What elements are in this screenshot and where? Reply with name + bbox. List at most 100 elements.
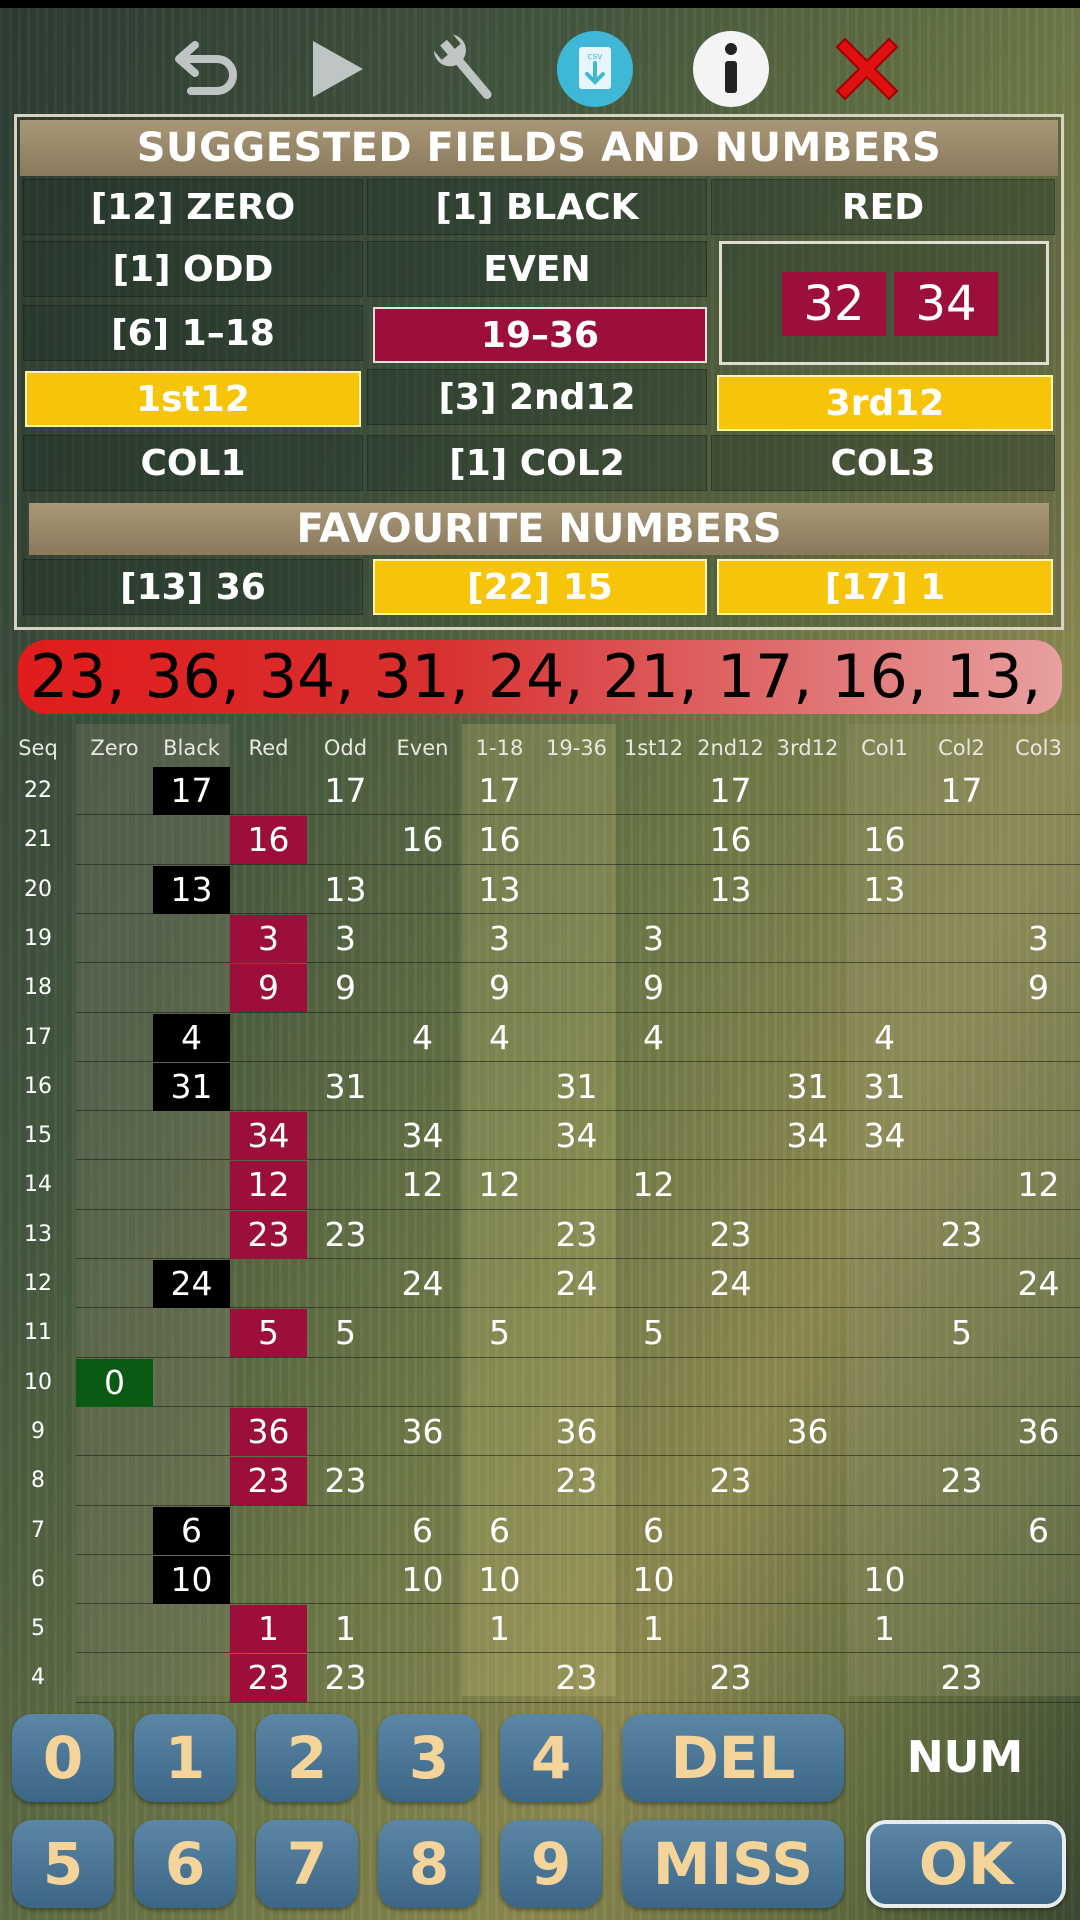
grid-seq-number: 7 (31, 1517, 45, 1543)
key-8[interactable]: 8 (378, 1820, 480, 1908)
grid-cell-c1: 13 (863, 869, 906, 909)
grid-cell-d1: 1 (643, 1609, 664, 1649)
suggest-black[interactable]: [1] BLACK (367, 179, 707, 235)
suggest-2nd12[interactable]: [3] 2nd12 (367, 369, 707, 425)
suggest-zero[interactable]: [12] ZERO (23, 179, 363, 235)
grid-cell-low: 16 (478, 820, 521, 860)
grid-cell-d1: 6 (643, 1510, 664, 1550)
suggest-odd[interactable]: [1] ODD (23, 241, 363, 297)
favourite-number[interactable]: [17] 1 (717, 559, 1053, 615)
grid-cell-even: 10 (401, 1559, 444, 1599)
grid-row-divider (76, 1652, 1080, 1654)
grid-cell-red: 9 (230, 964, 307, 1013)
grid-cell-low: 4 (489, 1017, 510, 1057)
grid-cell-high: 24 (555, 1264, 598, 1303)
grid-cell-d2: 23 (709, 1461, 752, 1501)
favourite-number[interactable]: [22] 15 (373, 559, 707, 615)
key-4[interactable]: 4 (500, 1714, 602, 1802)
grid-seq-number: 12 (24, 1271, 52, 1296)
num-mode-label: NUM (906, 1732, 1024, 1783)
grid-cell-red: 3 (230, 914, 307, 963)
grid-cell-high: 23 (555, 1461, 598, 1501)
grid-cell-c3: 12 (1017, 1165, 1060, 1205)
grid-header-black: Black (163, 736, 220, 760)
grid-cell-low: 10 (478, 1559, 521, 1599)
grid-cell-c2: 5 (951, 1313, 972, 1353)
grid-seq-number: 10 (24, 1369, 52, 1395)
key-9[interactable]: 9 (500, 1820, 602, 1908)
grid-seq-number: 15 (24, 1123, 52, 1149)
suggest-red[interactable]: RED (711, 179, 1055, 235)
suggest-1st12[interactable]: 1st12 (25, 371, 361, 427)
grid-cell-odd: 23 (324, 1658, 367, 1698)
suggest-col2[interactable]: [1] COL2 (367, 435, 707, 491)
grid-cell-even: 6 (412, 1510, 433, 1550)
grid-header-low: 1-18 (475, 736, 524, 760)
grid-header-red: Red (248, 736, 289, 760)
ok-button[interactable]: OK (866, 1820, 1066, 1908)
suggest-3rd12[interactable]: 3rd12 (717, 375, 1053, 431)
grid-cell-even: 4 (412, 1017, 433, 1057)
grid-cell-odd: 31 (324, 1066, 367, 1106)
suggest-col3[interactable]: COL3 (711, 435, 1055, 491)
grid-cell-high: 34 (555, 1116, 598, 1156)
play-icon[interactable] (290, 24, 380, 114)
suggested-title: SUGGESTED FIELDS AND NUMBERS (20, 120, 1058, 176)
grid-seq-number: 21 (24, 827, 52, 853)
key-1[interactable]: 1 (134, 1714, 236, 1802)
grid-cell-d3: 34 (786, 1116, 829, 1156)
favourites-title: FAVOURITE NUMBERS (29, 503, 1049, 555)
grid-cell-odd: 13 (324, 869, 367, 909)
wrench-icon[interactable] (420, 24, 510, 114)
key-6[interactable]: 6 (134, 1820, 236, 1908)
key-0[interactable]: 0 (12, 1714, 114, 1802)
grid-cell-c1: 4 (874, 1017, 895, 1057)
grid-header-c3: Col3 (1015, 736, 1062, 760)
spin-history-text: 23, 36, 34, 31, 24, 21, 17, 16, 13, 12, (30, 642, 1062, 712)
grid-cell-odd: 17 (324, 771, 367, 810)
suggested-number[interactable]: 32 (782, 272, 886, 336)
grid-cell-c1: 10 (863, 1559, 906, 1599)
key-2[interactable]: 2 (256, 1714, 358, 1802)
spin-history-bar: 23, 36, 34, 31, 24, 21, 17, 16, 13, 12, (18, 640, 1062, 714)
grid-cell-even: 36 (401, 1411, 444, 1451)
grid-cell-odd: 9 (335, 968, 356, 1008)
suggested-panel: SUGGESTED FIELDS AND NUMBERS [12] ZERO [… (14, 114, 1064, 630)
grid-cell-d1: 4 (643, 1017, 664, 1057)
grid-seq-number: 11 (24, 1320, 52, 1346)
grid-cell-even: 34 (401, 1116, 444, 1156)
grid-cell-c1: 1 (874, 1609, 895, 1649)
suggest-low[interactable]: [6] 1–18 (23, 305, 363, 361)
undo-icon[interactable] (160, 24, 250, 114)
grid-cell-c2: 23 (940, 1214, 983, 1254)
grid-cell-d2: 23 (709, 1658, 752, 1698)
delete-button[interactable]: DEL (622, 1714, 844, 1802)
suggest-even[interactable]: EVEN (367, 241, 707, 297)
grid-cell-odd: 3 (335, 918, 356, 958)
grid-header-high: 19-36 (545, 736, 608, 760)
key-7[interactable]: 7 (256, 1820, 358, 1908)
key-3[interactable]: 3 (378, 1714, 480, 1802)
miss-button[interactable]: MISS (622, 1820, 844, 1908)
grid-seq-number: 4 (31, 1665, 45, 1691)
grid-row-divider (76, 1405, 1080, 1407)
grid-cell-black: 17 (153, 767, 230, 815)
close-icon[interactable] (822, 24, 912, 114)
suggest-col1[interactable]: COL1 (23, 435, 363, 491)
grid-cell-red: 5 (230, 1309, 307, 1358)
grid-seq-number: 20 (24, 876, 52, 902)
favourite-number[interactable]: [13] 36 (23, 559, 363, 615)
grid-cell-high: 31 (555, 1066, 598, 1106)
toolbar: csv (0, 18, 1080, 118)
grid-cell-even: 24 (401, 1264, 444, 1303)
key-5[interactable]: 5 (12, 1820, 114, 1908)
suggested-number[interactable]: 34 (894, 272, 998, 336)
grid-cell-d2: 23 (709, 1214, 752, 1254)
suggest-high[interactable]: 19–36 (373, 307, 707, 363)
grid-cell-black: 6 (153, 1506, 230, 1555)
info-icon[interactable] (686, 24, 776, 114)
grid-cell-d3: 31 (786, 1066, 829, 1106)
grid-cell-high: 23 (555, 1214, 598, 1254)
csv-export-icon[interactable]: csv (550, 24, 640, 114)
grid-cell-c2: 23 (940, 1461, 983, 1501)
